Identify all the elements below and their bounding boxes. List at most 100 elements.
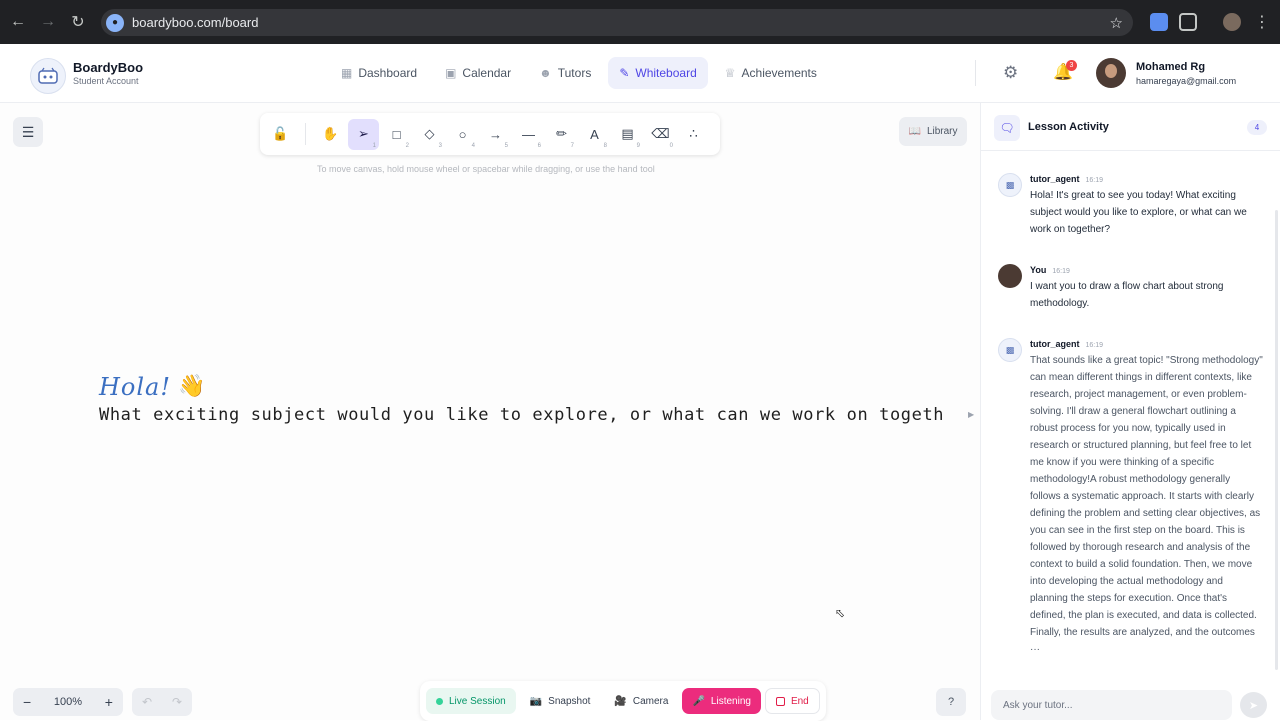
reload-icon[interactable]: ↻ — [66, 10, 90, 34]
text-tool-icon[interactable]: A8 — [579, 119, 610, 150]
image-tool-icon[interactable]: ▤ 9 — [612, 119, 643, 150]
canvas-handwritten-text[interactable]: What exciting subject would you like to … — [99, 405, 944, 425]
nav-label: Calendar — [462, 66, 512, 80]
chat-message: ▩ tutor_agent 16:19 That sounds like a gr… — [981, 328, 1280, 658]
snapshot-button[interactable]: 📷 Snapshot — [520, 688, 601, 714]
rectangle-tool-icon[interactable]: □ 2 — [381, 119, 412, 150]
tutor-avatar: ▩ — [998, 338, 1022, 362]
address-bar[interactable]: ● boardyboo.com/board ☆ — [101, 9, 1133, 36]
user-name: Mohamed Rg — [1136, 61, 1206, 73]
nav-calendar[interactable]: ▣ Calendar — [434, 57, 522, 89]
nav-achievements[interactable]: ♕ Achievements — [714, 57, 828, 89]
camera-button[interactable]: 🎥 Camera — [604, 688, 678, 714]
listening-button[interactable]: 🎤 Listening — [682, 688, 761, 714]
nav-tutors[interactable]: ☻ Tutors — [528, 57, 602, 89]
stop-square-icon — [775, 696, 785, 706]
message-time: 16:19 — [1085, 342, 1104, 349]
hand-tool-icon[interactable]: ✋ — [315, 119, 346, 150]
nav-label: Achievements — [741, 66, 817, 80]
user-avatar[interactable] — [1096, 58, 1126, 88]
mouse-cursor-icon: ⬁ — [835, 606, 846, 620]
line-tool-icon[interactable]: —6 — [513, 119, 544, 150]
nav-whiteboard[interactable]: ✎ Whiteboard — [608, 57, 708, 89]
app-header: BoardyBoo Student Account ▦ Dashboard ▣ … — [0, 44, 1280, 103]
whiteboard-canvas[interactable]: ☰ 🔓 ✋ ➢ 1 □ 2 ◇ 3 ○ 4 → 5 —6 ✏ 7 A8 ▤ 9 ⌫ 0 ∴ To… — [0, 103, 980, 721]
zoom-out-button[interactable]: − — [23, 694, 31, 710]
microphone-icon: 🎤 — [692, 695, 705, 707]
header-divider — [975, 60, 976, 86]
chat-message: You 16:19 I want you to draw a flow chart… — [981, 254, 1280, 312]
live-session-label: Live Session — [449, 695, 506, 707]
help-button[interactable]: ? — [936, 688, 966, 716]
zoom-controls: − 100% + — [13, 688, 123, 716]
site-info-icon[interactable]: ● — [106, 13, 124, 32]
shortcut-key: 7 — [570, 142, 574, 149]
nav-label: Dashboard — [358, 66, 418, 80]
url-text[interactable]: boardyboo.com/board — [132, 15, 258, 30]
bookmark-star-icon[interactable]: ☆ — [1110, 14, 1123, 32]
zoom-in-button[interactable]: + — [105, 694, 113, 710]
toolbar-divider — [305, 123, 306, 145]
select-tool-icon[interactable]: ➢ 1 — [348, 118, 379, 150]
settings-gear-icon[interactable]: ⚙ — [1003, 63, 1018, 83]
arrow-tool-icon[interactable]: → 5 — [480, 119, 511, 150]
browser-menu-icon[interactable]: ⋮ — [1250, 10, 1274, 34]
send-icon[interactable]: ➤ — [1240, 692, 1267, 718]
shortcut-key: 4 — [471, 142, 475, 149]
extensions-puzzle-icon[interactable] — [1179, 13, 1197, 31]
message-text: That sounds like a great topic! "Strong … — [1030, 355, 1263, 655]
undo-icon[interactable]: ↶ — [142, 695, 152, 709]
live-session-indicator: Live Session — [426, 688, 516, 714]
end-session-button[interactable]: End — [764, 688, 820, 714]
book-icon: 📖 — [908, 126, 921, 137]
shortcut-key: 2 — [405, 142, 409, 149]
user-email: hamaregaya@gmail.com — [1136, 76, 1237, 86]
camera-label: Camera — [632, 695, 669, 707]
account-type: Student Account — [73, 76, 139, 86]
calendar-icon: ▣ — [445, 66, 457, 80]
nav-dashboard[interactable]: ▦ Dashboard — [330, 57, 428, 89]
ask-tutor-input[interactable]: Ask your tutor... — [991, 690, 1232, 720]
shortcut-key: 0 — [669, 142, 673, 149]
shortcut-key: 6 — [537, 142, 541, 149]
main-nav: ▦ Dashboard ▣ Calendar ☻ Tutors ✎ Whiteb… — [330, 57, 828, 89]
session-controls: Live Session 📷 Snapshot 🎥 Camera 🎤 Liste… — [420, 681, 826, 721]
eraser-tool-icon[interactable]: ⌫ 0 — [645, 119, 676, 150]
live-dot-icon — [436, 697, 443, 705]
profile-avatar-icon[interactable] — [1223, 13, 1241, 31]
drawing-toolbar: 🔓 ✋ ➢ 1 □ 2 ◇ 3 ○ 4 → 5 —6 ✏ 7 A8 ▤ 9 ⌫ 0 ∴ — [260, 113, 720, 155]
message-header: You 16:19 — [1030, 254, 1263, 275]
redo-icon[interactable]: ↷ — [172, 695, 182, 709]
nav-label: Whiteboard — [635, 66, 697, 80]
end-label: End — [790, 695, 809, 707]
logo-icon — [38, 67, 58, 84]
ellipse-tool-icon[interactable]: ○ 4 — [447, 119, 478, 150]
message-list[interactable]: ▩ tutor_agent 16:19 Hola! It's great to s… — [981, 163, 1280, 668]
pencil-tool-icon[interactable]: ✏ 7 — [546, 119, 577, 150]
library-button[interactable]: 📖 Library — [899, 117, 967, 146]
panel-scrollbar[interactable] — [1275, 210, 1278, 670]
forward-icon[interactable]: → — [36, 10, 60, 34]
lock-tool-icon[interactable]: 🔓 — [265, 119, 296, 150]
canvas-menu-button[interactable]: ☰ — [13, 117, 43, 147]
waving-hand-icon: 👋 — [178, 373, 206, 398]
users-icon: ☻ — [539, 66, 552, 80]
library-label: Library — [926, 126, 958, 137]
chat-bubble-icon: 🗨 — [994, 115, 1020, 141]
nav-label: Tutors — [557, 66, 592, 80]
chat-message: ▩ tutor_agent 16:19 Hola! It's great to s… — [981, 163, 1280, 238]
lesson-activity-panel: 🗨 Lesson Activity 4 ▩ tutor_agent 16:19 H… — [980, 103, 1280, 720]
zoom-level[interactable]: 100% — [54, 696, 82, 708]
grid-icon: ▦ — [341, 66, 353, 80]
brand-logo[interactable] — [30, 58, 66, 94]
collapse-panel-icon[interactable]: ▶ — [968, 410, 974, 419]
back-icon[interactable]: ← — [6, 10, 30, 34]
extension-icon[interactable] — [1150, 13, 1168, 31]
shortcut-key: 9 — [636, 142, 640, 149]
message-author: tutor_agent — [1030, 339, 1080, 349]
message-text: Hola! It's great to see you today! What … — [1030, 190, 1247, 235]
shapes-tool-icon[interactable]: ∴ — [678, 119, 709, 150]
diamond-tool-icon[interactable]: ◇ 3 — [414, 119, 445, 150]
canvas-greeting-text[interactable]: Hola! — [99, 373, 171, 401]
notification-badge: 3 — [1066, 60, 1077, 71]
